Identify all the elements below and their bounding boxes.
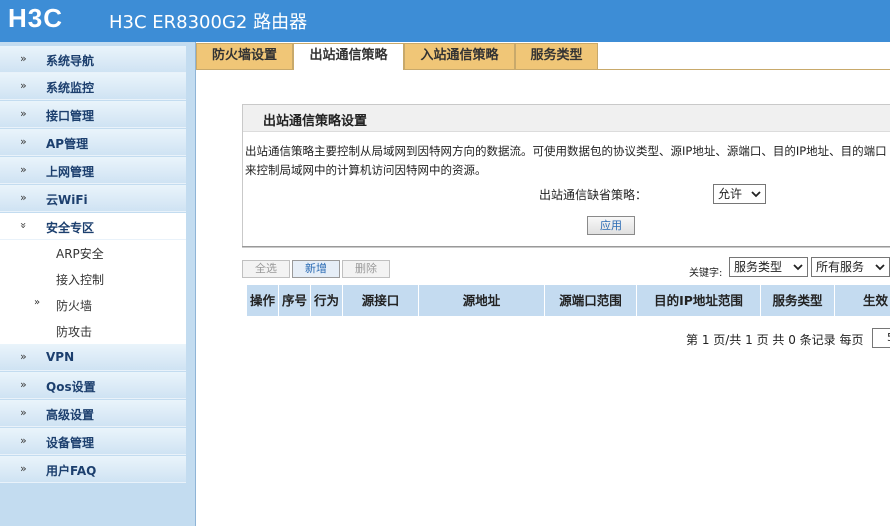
sidebar-item-label: 上网管理 bbox=[46, 165, 95, 179]
tab-service-type[interactable]: 服务类型 bbox=[515, 43, 598, 69]
column-header: 源接口 bbox=[343, 285, 419, 316]
sidebar-item-label: 云WiFi bbox=[46, 193, 88, 207]
sidebar: » 系统导航 » 系统监控 » 接口管理 » AP管理 » 上网管理 » 云Wi… bbox=[0, 42, 196, 526]
sidebar-subitem-label: ARP安全 bbox=[56, 247, 104, 261]
chevron-right-icon: » bbox=[20, 434, 27, 447]
sidebar-subitem-firewall[interactable]: » 防火墙 bbox=[0, 292, 186, 318]
chevron-right-icon: » bbox=[34, 297, 41, 308]
sidebar-item-label: 系统导航 bbox=[46, 54, 95, 68]
sidebar-subitem-access-control[interactable]: 接入控制 bbox=[0, 266, 186, 292]
chevron-down-icon: » bbox=[16, 222, 30, 229]
table-header: 操作 序号 行为 源接口 源地址 源端口范围 目的IP地址范围 服务类型 生效 bbox=[247, 285, 890, 316]
sidebar-item-system-nav[interactable]: » 系统导航 bbox=[0, 46, 186, 73]
chevron-right-icon: » bbox=[20, 462, 27, 475]
sidebar-item-internet[interactable]: » 上网管理 bbox=[0, 157, 186, 184]
outbound-policy-panel: 出站通信策略设置 出站通信策略主要控制从局域网到因特网方向的数据流。可使用数据包… bbox=[242, 104, 890, 248]
sidebar-item-label: 接口管理 bbox=[46, 109, 95, 123]
default-policy-label: 出站通信缺省策略： bbox=[539, 188, 648, 202]
tab-inbound-policy[interactable]: 入站通信策略 bbox=[404, 43, 515, 69]
column-header: 服务类型 bbox=[761, 285, 835, 316]
sidebar-item-system-monitor[interactable]: » 系统监控 bbox=[0, 73, 186, 100]
sidebar-item-label: 用户FAQ bbox=[46, 464, 97, 478]
tab-outbound-policy[interactable]: 出站通信策略 bbox=[293, 43, 404, 70]
column-header: 目的IP地址范围 bbox=[637, 285, 761, 316]
sidebar-item-label: 系统监控 bbox=[46, 81, 95, 95]
chevron-right-icon: » bbox=[20, 107, 27, 120]
sidebar-item-faq[interactable]: » 用户FAQ bbox=[0, 456, 186, 483]
top-header: H3C H3C ER8300G2 路由器 bbox=[0, 0, 890, 42]
column-header: 源端口范围 bbox=[545, 285, 637, 316]
chevron-right-icon: » bbox=[20, 350, 27, 363]
sidebar-subitem-label: 防攻击 bbox=[56, 325, 93, 339]
chevron-down-icon bbox=[750, 186, 762, 203]
app-title: H3C ER8300G2 路由器 bbox=[109, 12, 308, 33]
sidebar-item-label: 安全专区 bbox=[46, 221, 95, 235]
default-policy-select[interactable]: 允许 bbox=[713, 184, 766, 204]
sidebar-item-label: AP管理 bbox=[46, 137, 89, 151]
sidebar-subitem-arp[interactable]: ARP安全 bbox=[0, 240, 186, 266]
column-header: 源地址 bbox=[419, 285, 545, 316]
chevron-right-icon: » bbox=[20, 378, 27, 391]
delete-button[interactable]: 删除 bbox=[342, 260, 390, 278]
main-content: 出站通信策略设置 出站通信策略主要控制从局域网到因特网方向的数据流。可使用数据包… bbox=[196, 70, 890, 526]
sidebar-item-vpn[interactable]: » VPN bbox=[0, 344, 186, 371]
policy-description: 出站通信策略主要控制从局域网到因特网方向的数据流。可使用数据包的协议类型、源IP… bbox=[245, 144, 887, 177]
sidebar-item-ap[interactable]: » AP管理 bbox=[0, 129, 186, 156]
sidebar-item-label: 设备管理 bbox=[46, 436, 95, 450]
filter-type-select[interactable]: 服务类型 bbox=[729, 257, 808, 277]
column-header: 行为 bbox=[311, 285, 343, 316]
chevron-right-icon: » bbox=[20, 52, 27, 65]
sidebar-subitem-label: 防火墙 bbox=[56, 299, 93, 313]
tab-bar: 防火墙设置 出站通信策略 入站通信策略 服务类型 bbox=[196, 42, 890, 70]
sidebar-subitem-label: 接入控制 bbox=[56, 273, 105, 287]
panel-title: 出站通信策略设置 bbox=[263, 114, 368, 129]
column-header: 序号 bbox=[279, 285, 311, 316]
security-submenu: ARP安全 接入控制 » 防火墙 防攻击 bbox=[0, 240, 186, 344]
column-header: 操作 bbox=[247, 285, 279, 316]
sidebar-item-interface[interactable]: » 接口管理 bbox=[0, 101, 186, 128]
sidebar-item-label: 高级设置 bbox=[46, 408, 95, 422]
chevron-right-icon: » bbox=[20, 79, 27, 92]
h3c-logo: H3C bbox=[8, 3, 64, 33]
chevron-right-icon: » bbox=[20, 163, 27, 176]
default-policy-value: 允许 bbox=[718, 187, 743, 201]
chevron-right-icon: » bbox=[20, 135, 27, 148]
sidebar-item-qos[interactable]: » Qos设置 bbox=[0, 372, 186, 399]
sidebar-item-device[interactable]: » 设备管理 bbox=[0, 428, 186, 455]
sidebar-item-advanced[interactable]: » 高级设置 bbox=[0, 400, 186, 427]
divider bbox=[242, 246, 890, 247]
pagination-info: 第 1 页/共 1 页 共 0 条记录 每页 bbox=[686, 333, 864, 347]
panel-title-bar: 出站通信策略设置 bbox=[243, 105, 890, 132]
keyword-label: 关键字: bbox=[689, 268, 723, 279]
column-header: 生效 bbox=[835, 285, 890, 316]
filter-type-value: 服务类型 bbox=[734, 260, 783, 274]
chevron-right-icon: » bbox=[20, 191, 27, 204]
tab-firewall-settings[interactable]: 防火墙设置 bbox=[196, 43, 293, 69]
chevron-right-icon: » bbox=[20, 406, 27, 419]
chevron-down-icon bbox=[874, 259, 886, 276]
chevron-down-icon bbox=[792, 259, 804, 276]
add-button[interactable]: 新增 bbox=[292, 260, 340, 278]
sidebar-item-security[interactable]: » 安全专区 bbox=[0, 213, 186, 240]
sidebar-item-cloud-wifi[interactable]: » 云WiFi bbox=[0, 185, 186, 212]
filter-value-select[interactable]: 所有服务 bbox=[811, 257, 890, 277]
sidebar-subitem-anti-attack[interactable]: 防攻击 bbox=[0, 318, 186, 344]
apply-button[interactable]: 应用 bbox=[587, 216, 635, 235]
sidebar-item-label: Qos设置 bbox=[46, 380, 96, 394]
select-all-button[interactable]: 全选 bbox=[242, 260, 290, 278]
sidebar-item-label: VPN bbox=[46, 350, 75, 364]
filter-value: 所有服务 bbox=[816, 260, 865, 274]
page-size-input[interactable]: 5 bbox=[872, 328, 890, 348]
